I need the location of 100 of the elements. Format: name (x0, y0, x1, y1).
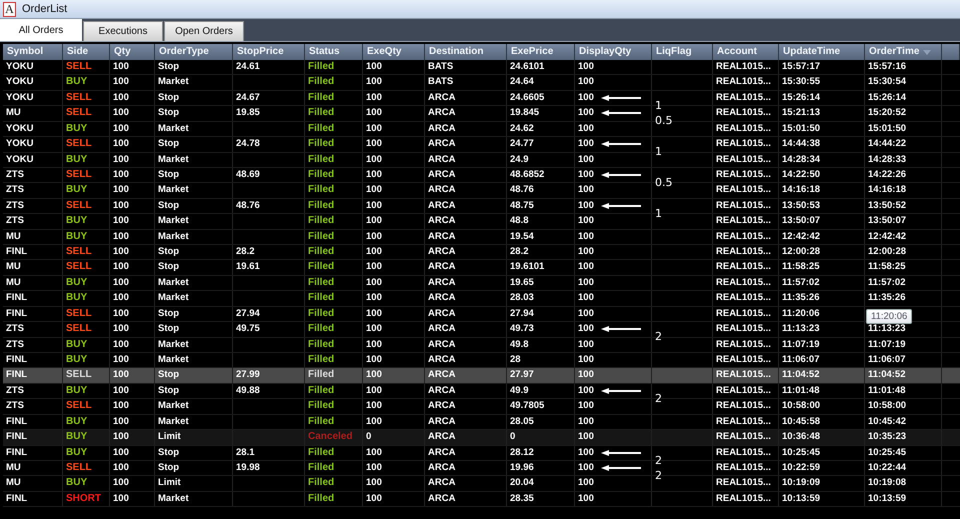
table-cell: REAL1015... (713, 291, 779, 306)
table-cell: 20.04 (507, 476, 575, 491)
table-row[interactable]: FINL BUY 100 Market Filled 100 ARCA 28.03 100 REAL1015... 11:35:26 11:35:26 (3, 291, 960, 307)
table-row[interactable]: FINL SELL 100 Stop 28.2 Filled 100 ARCA 28.2 100 REAL1015... 12:00:28 12:00:28 (3, 245, 960, 260)
column-header[interactable]: DisplayQty (575, 44, 652, 60)
table-cell: BUY (63, 414, 110, 430)
table-cell: 100 (110, 60, 155, 74)
table-cell: SELL (63, 168, 110, 182)
table-cell: REAL1015... (713, 276, 779, 290)
table-cell: 15:30:54 (865, 75, 942, 90)
table-cell: ARCA (425, 276, 507, 290)
table-cell: REAL1015... (713, 414, 779, 430)
table-row[interactable]: YOKU SELL 100 Stop 24.78 Filled 100 ARCA 24.77 100 REAL1015... 14:44:38 14:44:22 1 (3, 137, 960, 153)
table-row[interactable]: MU BUY 100 Market Filled 100 ARCA 19.54 100 REAL1015... 12:42:42 12:42:42 (3, 230, 960, 246)
table-cell: 11:20:06 (779, 306, 865, 322)
table-cell: 15:26:14 (779, 90, 865, 106)
table-cell: 100 (110, 276, 155, 290)
table-cell: REAL1015... (713, 122, 779, 136)
table-cell: 100 (363, 322, 425, 337)
table-cell: 10:36:48 (779, 430, 865, 445)
table-cell: MU (3, 460, 63, 476)
table-cell: 49.73 (507, 322, 575, 337)
table-cell: 11:57:02 (779, 276, 865, 290)
table-cell: 19.85 (233, 106, 305, 121)
table-row[interactable]: FINL BUY 100 Limit Canceled 0 ARCA 0 100 REAL1015... 10:36:48 10:35:23 (3, 430, 960, 446)
table-row[interactable]: ZTS SELL 100 Stop 49.75 Filled 100 ARCA 49.73 100 REAL1015... 11:13:23 11:13:23 2 (3, 322, 960, 338)
table-cell: 49.9 (507, 384, 575, 398)
column-header[interactable]: LiqFlag (652, 44, 713, 60)
table-cell: Stop (155, 60, 233, 74)
tab[interactable]: Open Orders (164, 21, 244, 41)
app-icon: A (3, 2, 16, 16)
table-cell: 100 (363, 137, 425, 152)
table-row[interactable]: FINL SHORT 100 Market Filled 100 ARCA 28.35 100 REAL1015... 10:13:59 10:13:59 (3, 492, 960, 508)
table-cell: Market (155, 291, 233, 306)
table-cell: Market (155, 414, 233, 430)
table-row[interactable]: ZTS SELL 100 Stop 48.76 Filled 100 ARCA 48.75 100 REAL1015... 13:50:53 13:50:52 1 (3, 198, 960, 214)
table-cell: 28.2 (507, 245, 575, 260)
table-cell: ARCA (425, 306, 507, 322)
table-cell: FINL (3, 353, 63, 368)
column-header[interactable]: UpdateTime (779, 44, 865, 60)
table-cell: 100 (363, 214, 425, 229)
table-cell: 100 (110, 430, 155, 445)
table-cell: 100 (575, 276, 652, 290)
table-cell: Filled (305, 90, 363, 106)
column-header[interactable]: Account (713, 44, 779, 60)
tab[interactable]: All Orders (0, 19, 82, 41)
table-cell: Market (155, 75, 233, 90)
column-header[interactable]: ExePrice (507, 44, 575, 60)
table-cell: Market (155, 183, 233, 198)
table-cell: Filled (305, 384, 363, 398)
table-cell: 11:35:26 (779, 291, 865, 306)
sort-descending-icon[interactable] (923, 50, 932, 54)
table-cell: 27.97 (507, 368, 575, 383)
table-cell: YOKU (3, 137, 63, 152)
table-cell: 100 (575, 122, 652, 136)
table-cell: MU (3, 276, 63, 290)
table-cell: 11:58:25 (865, 260, 942, 275)
table-cell: MU (3, 106, 63, 121)
column-header[interactable]: Symbol (3, 44, 63, 60)
table-cell: 11:13:23 (779, 322, 865, 337)
table-cell: Filled (305, 137, 363, 152)
table-row[interactable]: YOKU SELL 100 Stop 24.67 Filled 100 ARCA 24.6605 100 REAL1015... 15:26:14 15:26:14 1 (3, 90, 960, 106)
column-header[interactable]: Qty (110, 44, 155, 60)
column-header[interactable]: OrderType (155, 44, 233, 60)
table-row[interactable]: MU BUY 100 Market Filled 100 ARCA 19.65 100 REAL1015... 11:57:02 11:57:02 (3, 276, 960, 292)
table-row[interactable]: ZTS BUY 100 Stop 49.88 Filled 100 ARCA 49.9 100 REAL1015... 11:01:48 11:01:48 2 (3, 384, 960, 400)
table-cell: 100 (363, 260, 425, 275)
column-header[interactable]: ExeQty (363, 44, 425, 60)
table-cell: ARCA (425, 399, 507, 414)
table-cell: Stop (155, 168, 233, 182)
table-row[interactable]: MU SELL 100 Stop 19.61 Filled 100 ARCA 19.6101 100 REAL1015... 11:58:25 11:58:25 (3, 260, 960, 276)
table-cell: 11:35:26 (865, 291, 942, 306)
table-cell: Filled (305, 368, 363, 383)
table-row[interactable]: FINL SELL 100 Stop 27.99 Filled 100 ARCA 27.97 100 REAL1015... 11:04:52 11:04:52 (3, 368, 960, 384)
table-cell: 24.61 (233, 60, 305, 74)
table-cell: REAL1015... (713, 306, 779, 322)
table-cell: BUY (63, 152, 110, 167)
table-cell: Filled (305, 152, 363, 167)
table-cell: ARCA (425, 430, 507, 445)
column-header[interactable]: StopPrice (233, 44, 305, 60)
table-cell: REAL1015... (713, 368, 779, 383)
column-header[interactable]: Destination (425, 44, 507, 60)
table-cell: 10:13:59 (865, 492, 942, 506)
table-cell: 12:00:28 (865, 245, 942, 260)
table-cell: 28.12 (507, 446, 575, 460)
table-cell: 100 (110, 106, 155, 121)
table-cell: SELL (63, 306, 110, 322)
table-cell: Filled (305, 260, 363, 275)
column-header[interactable]: Status (305, 44, 363, 60)
table-cell: Market (155, 492, 233, 506)
table-row[interactable]: YOKU BUY 100 Market Filled 100 BATS 24.64 100 REAL1015... 15:30:55 15:30:54 (3, 75, 960, 91)
table-cell: 14:44:38 (779, 137, 865, 152)
column-header[interactable]: Side (63, 44, 110, 60)
tooltip: 11:20:06 (866, 309, 912, 324)
table-cell: 100 (363, 60, 425, 74)
table-cell: 24.78 (233, 137, 305, 152)
tab[interactable]: Executions (83, 21, 163, 41)
table-cell: FINL (3, 306, 63, 322)
table-cell: ARCA (425, 384, 507, 398)
table-row[interactable]: YOKU SELL 100 Stop 24.61 Filled 100 BATS 24.6101 100 REAL1015... 15:57:17 15:57:16 (3, 60, 960, 76)
